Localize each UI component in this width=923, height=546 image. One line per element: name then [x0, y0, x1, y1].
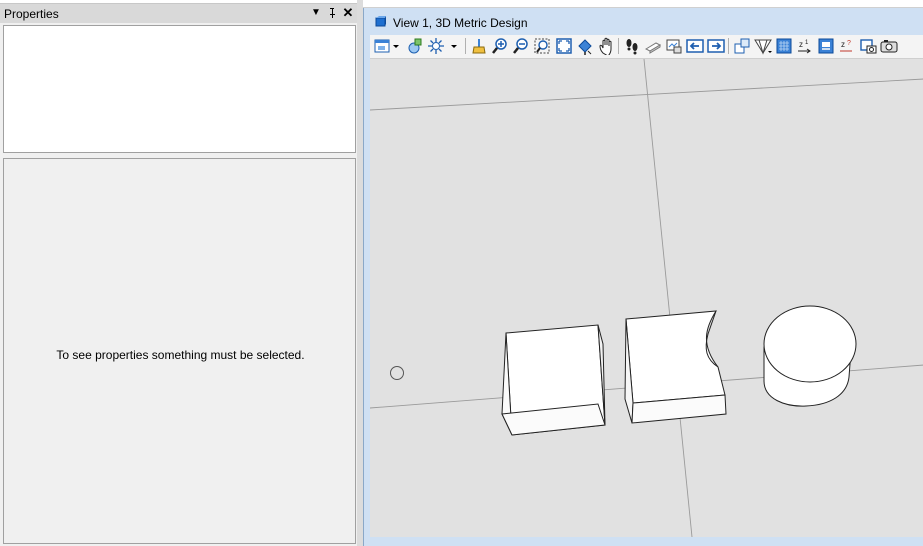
- capture-icon[interactable]: [880, 37, 898, 55]
- properties-empty-message: To see properties something must be sele…: [56, 348, 305, 362]
- toolbar-separator: [465, 38, 466, 54]
- view-dropdown-icon[interactable]: [391, 37, 401, 55]
- camera-icon[interactable]: [644, 37, 662, 55]
- view-window: View 1, 3D Metric Design z 1 z ?: [363, 8, 923, 546]
- lighting-dropdown-icon[interactable]: [449, 37, 459, 55]
- clip-volume-icon[interactable]: [733, 37, 751, 55]
- toolbar-separator: [728, 38, 729, 54]
- view-attributes-icon[interactable]: [373, 37, 391, 55]
- close-icon[interactable]: ✕: [341, 6, 355, 20]
- update-view-icon[interactable]: [470, 37, 488, 55]
- copy-view-icon[interactable]: [707, 37, 725, 55]
- svg-text:1: 1: [805, 40, 809, 46]
- saved-view-icon[interactable]: [754, 37, 772, 55]
- display-style-icon[interactable]: [406, 37, 424, 55]
- change-view-perspective-icon[interactable]: z1: [796, 37, 814, 55]
- cylinder-solid[interactable]: [763, 305, 857, 407]
- grid-line: [643, 59, 693, 537]
- fit-view-icon[interactable]: [555, 37, 573, 55]
- view-frame-bottom: [364, 537, 923, 546]
- rotate-view-icon[interactable]: [576, 37, 594, 55]
- cut-box-solid[interactable]: [624, 310, 727, 424]
- view-toolbar: z1 z?: [370, 35, 923, 59]
- view-title: View 1, 3D Metric Design: [393, 16, 528, 30]
- 3d-viewport[interactable]: [370, 59, 923, 537]
- cursor-marker: [390, 366, 404, 380]
- svg-text:?: ?: [847, 40, 851, 47]
- svg-text:z: z: [841, 40, 845, 49]
- window-area-icon[interactable]: [533, 37, 551, 55]
- snapshot-icon[interactable]: [859, 37, 877, 55]
- view-titlebar[interactable]: View 1, 3D Metric Design: [364, 8, 923, 36]
- properties-details-area: To see properties something must be sele…: [3, 158, 356, 544]
- scene-canvas: [370, 59, 923, 537]
- toggle-view-icon[interactable]: [817, 37, 835, 55]
- properties-title: Properties: [4, 7, 59, 21]
- pan-view-icon[interactable]: [597, 37, 615, 55]
- view-previous-icon[interactable]: [665, 37, 683, 55]
- properties-panel: Properties ▼ ✕ To see properties somethi…: [0, 3, 361, 546]
- pin-icon[interactable]: [325, 6, 339, 20]
- top-strip: [363, 0, 923, 8]
- walk-icon[interactable]: [623, 37, 641, 55]
- clip-mask-icon[interactable]: [775, 37, 793, 55]
- box-solid[interactable]: [501, 324, 606, 436]
- properties-header: Properties ▼ ✕: [0, 3, 361, 23]
- view-3d-icon[interactable]: z?: [838, 37, 856, 55]
- zoom-in-icon[interactable]: [491, 37, 509, 55]
- svg-text:z: z: [799, 40, 803, 49]
- toolbar-separator: [618, 38, 619, 54]
- properties-selection-list[interactable]: [3, 25, 356, 153]
- panel-menu-dropdown-icon[interactable]: ▼: [309, 6, 323, 20]
- view-window-icon: [375, 16, 386, 27]
- zoom-out-icon[interactable]: [512, 37, 530, 55]
- lighting-icon[interactable]: [427, 37, 445, 55]
- view-next-icon[interactable]: [686, 37, 704, 55]
